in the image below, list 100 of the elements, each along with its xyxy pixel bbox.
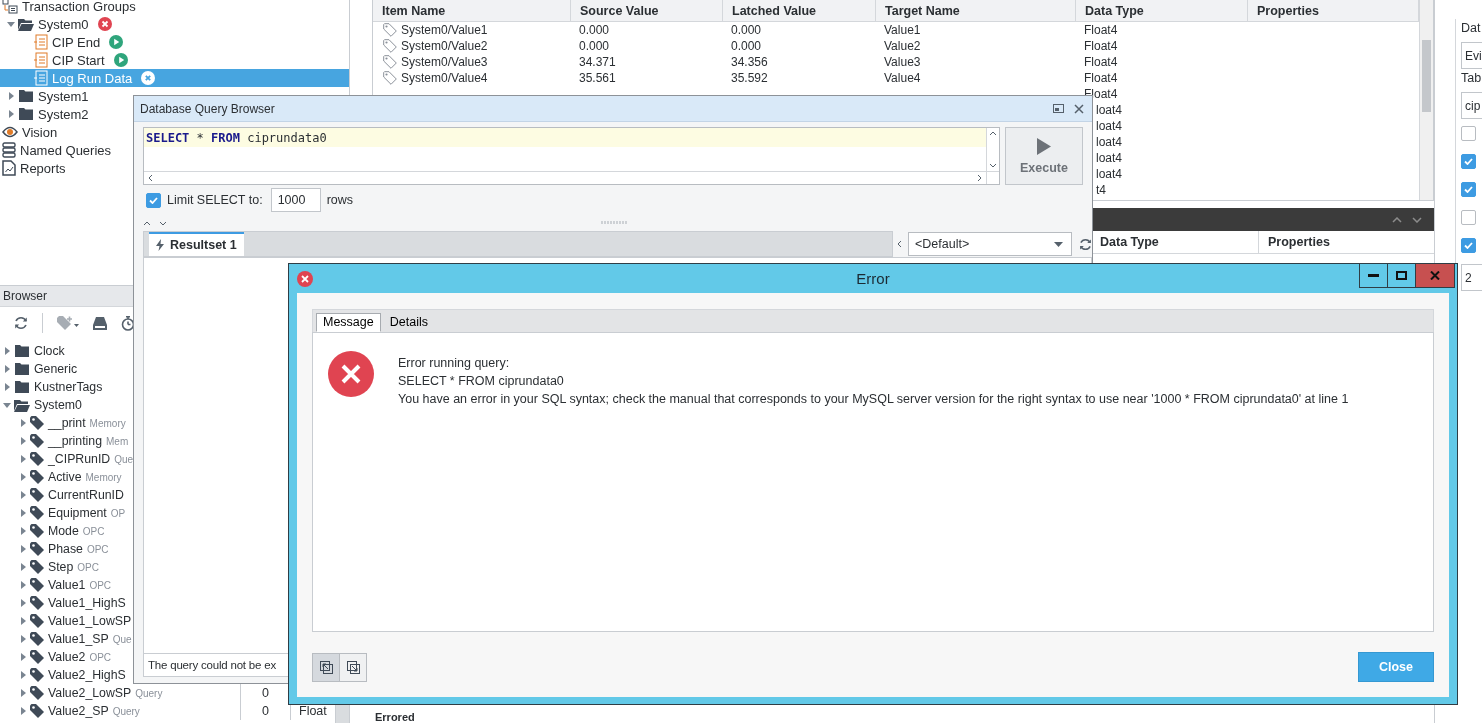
tree-item[interactable]: CIP Start	[0, 51, 132, 69]
caret-icon[interactable]	[19, 707, 27, 715]
stopwatch-icon[interactable]	[121, 315, 135, 331]
tree-item[interactable]: System1	[0, 87, 93, 105]
input-field[interactable]: 1000	[270, 188, 321, 212]
column-header[interactable]: Item Name	[373, 0, 571, 21]
caret-icon[interactable]	[19, 563, 27, 571]
chevron-down-icon[interactable]	[1412, 216, 1422, 223]
tree-item[interactable]: KustnerTags	[0, 380, 103, 394]
caret-icon[interactable]	[19, 455, 27, 463]
drag-handle-icon[interactable]	[601, 221, 627, 224]
chevron-up-icon[interactable]	[1392, 216, 1402, 223]
checkbox[interactable]	[1461, 125, 1476, 141]
tree-item[interactable]: Step	[16, 560, 74, 574]
checkbox[interactable]	[1461, 153, 1476, 169]
tree-item[interactable]: Value1	[16, 578, 86, 592]
scroll-up-icon[interactable]	[989, 131, 997, 136]
tool-button[interactable]	[339, 652, 367, 682]
tab[interactable]: Details	[382, 312, 435, 332]
tree-item[interactable]: Value1_SP	[16, 632, 109, 646]
tree-item[interactable]: Value1_LowSP	[16, 614, 132, 628]
tree-item[interactable]: Mode	[16, 524, 79, 538]
minimize-button[interactable]	[1359, 264, 1388, 288]
column-header[interactable]: Latched Value	[723, 0, 876, 21]
tree-item[interactable]: __printing	[16, 434, 102, 448]
caret-icon[interactable]	[7, 20, 15, 28]
caret-icon[interactable]	[3, 401, 11, 409]
tree-item[interactable]: Value2_LowSP	[16, 686, 132, 700]
input-field[interactable]: 2	[1461, 264, 1482, 291]
caret-icon[interactable]	[19, 527, 27, 535]
tree-item[interactable]: CurrentRunID	[16, 488, 124, 502]
caret-icon[interactable]	[19, 689, 27, 697]
tree-item[interactable]: Active	[16, 470, 82, 484]
tree-item[interactable]: Clock	[0, 344, 65, 358]
tree-item[interactable]: _CIPRunID	[16, 452, 111, 466]
chevron-up-icon[interactable]	[143, 220, 151, 226]
checkbox[interactable]	[146, 192, 161, 208]
caret-icon[interactable]	[3, 365, 11, 373]
caret-icon[interactable]	[3, 347, 11, 355]
column-header[interactable]: Properties	[1258, 231, 1434, 253]
checkbox[interactable]	[1461, 209, 1476, 225]
tree-item[interactable]: Value2_HighS	[16, 668, 126, 682]
tag-add-icon[interactable]	[57, 316, 79, 330]
tag-icon	[30, 416, 44, 430]
close-button[interactable]	[1415, 264, 1455, 288]
caret-icon[interactable]	[19, 599, 27, 607]
tree-item[interactable]: Named Queries	[0, 141, 116, 159]
tree-item[interactable]: Transaction Groups	[0, 0, 140, 15]
scroll-down-icon[interactable]	[989, 163, 997, 168]
column-header[interactable]: Target Name	[876, 0, 1076, 21]
caret-icon[interactable]	[7, 110, 15, 118]
query-editor[interactable]: SELECT * FROM ciprundata0	[144, 128, 986, 147]
caret-icon[interactable]	[19, 653, 27, 661]
caret-icon[interactable]	[19, 671, 27, 679]
result-tab[interactable]: Resultset 1	[149, 232, 244, 256]
refresh-icon[interactable]	[14, 316, 28, 330]
tree-item[interactable]: CIP End	[0, 33, 128, 51]
caret-icon[interactable]	[19, 635, 27, 643]
chevron-left-icon[interactable]	[897, 240, 902, 248]
tool-button[interactable]	[312, 652, 340, 682]
tree-item[interactable]: __print	[16, 416, 86, 430]
checkbox[interactable]	[1461, 181, 1476, 197]
error-icon	[328, 350, 374, 397]
scroll-left-icon[interactable]	[148, 174, 153, 182]
caret-icon[interactable]	[19, 491, 27, 499]
tree-item[interactable]: Phase	[16, 542, 83, 556]
restore-icon[interactable]	[1053, 104, 1064, 113]
drive-icon[interactable]	[93, 316, 107, 330]
column-header[interactable]: Data Type	[1076, 0, 1248, 21]
caret-icon[interactable]	[19, 437, 27, 445]
tab[interactable]: Message	[316, 312, 381, 332]
caret-icon[interactable]	[19, 617, 27, 625]
caret-icon[interactable]	[19, 419, 27, 427]
chevron-down-icon[interactable]	[159, 220, 167, 226]
input-field[interactable]: Evi	[1461, 42, 1482, 69]
tree-item[interactable]: System2	[0, 105, 93, 123]
refresh-icon[interactable]	[1079, 237, 1092, 251]
datasource-dropdown[interactable]: <Default>	[908, 232, 1072, 256]
tree-item[interactable]: Value1_HighS	[16, 596, 126, 610]
caret-icon[interactable]	[7, 92, 15, 100]
tree-item[interactable]: Equipment	[16, 506, 107, 520]
caret-icon[interactable]	[19, 545, 27, 553]
tree-item[interactable]: Reports	[0, 159, 70, 177]
tree-item[interactable]: System0	[0, 15, 116, 33]
caret-icon[interactable]	[3, 383, 11, 391]
execute-button[interactable]: Execute	[1005, 127, 1083, 185]
tree-item[interactable]: Value2	[16, 650, 86, 664]
tree-item[interactable]: Generic	[0, 362, 78, 376]
scrollbar[interactable]	[1419, 0, 1433, 200]
caret-icon[interactable]	[19, 473, 27, 481]
tree-item[interactable]: Value2_SP	[16, 704, 109, 718]
input-field[interactable]: cip	[1461, 92, 1482, 119]
tree-item[interactable]: System0	[0, 398, 82, 412]
scroll-right-icon[interactable]	[977, 174, 982, 182]
close-icon[interactable]	[1074, 103, 1084, 114]
caret-icon[interactable]	[19, 509, 27, 517]
checkbox[interactable]	[1461, 237, 1476, 253]
caret-icon[interactable]	[19, 581, 27, 589]
tree-item[interactable]: Vision	[0, 123, 62, 141]
column-header[interactable]: Source Value	[571, 0, 723, 21]
